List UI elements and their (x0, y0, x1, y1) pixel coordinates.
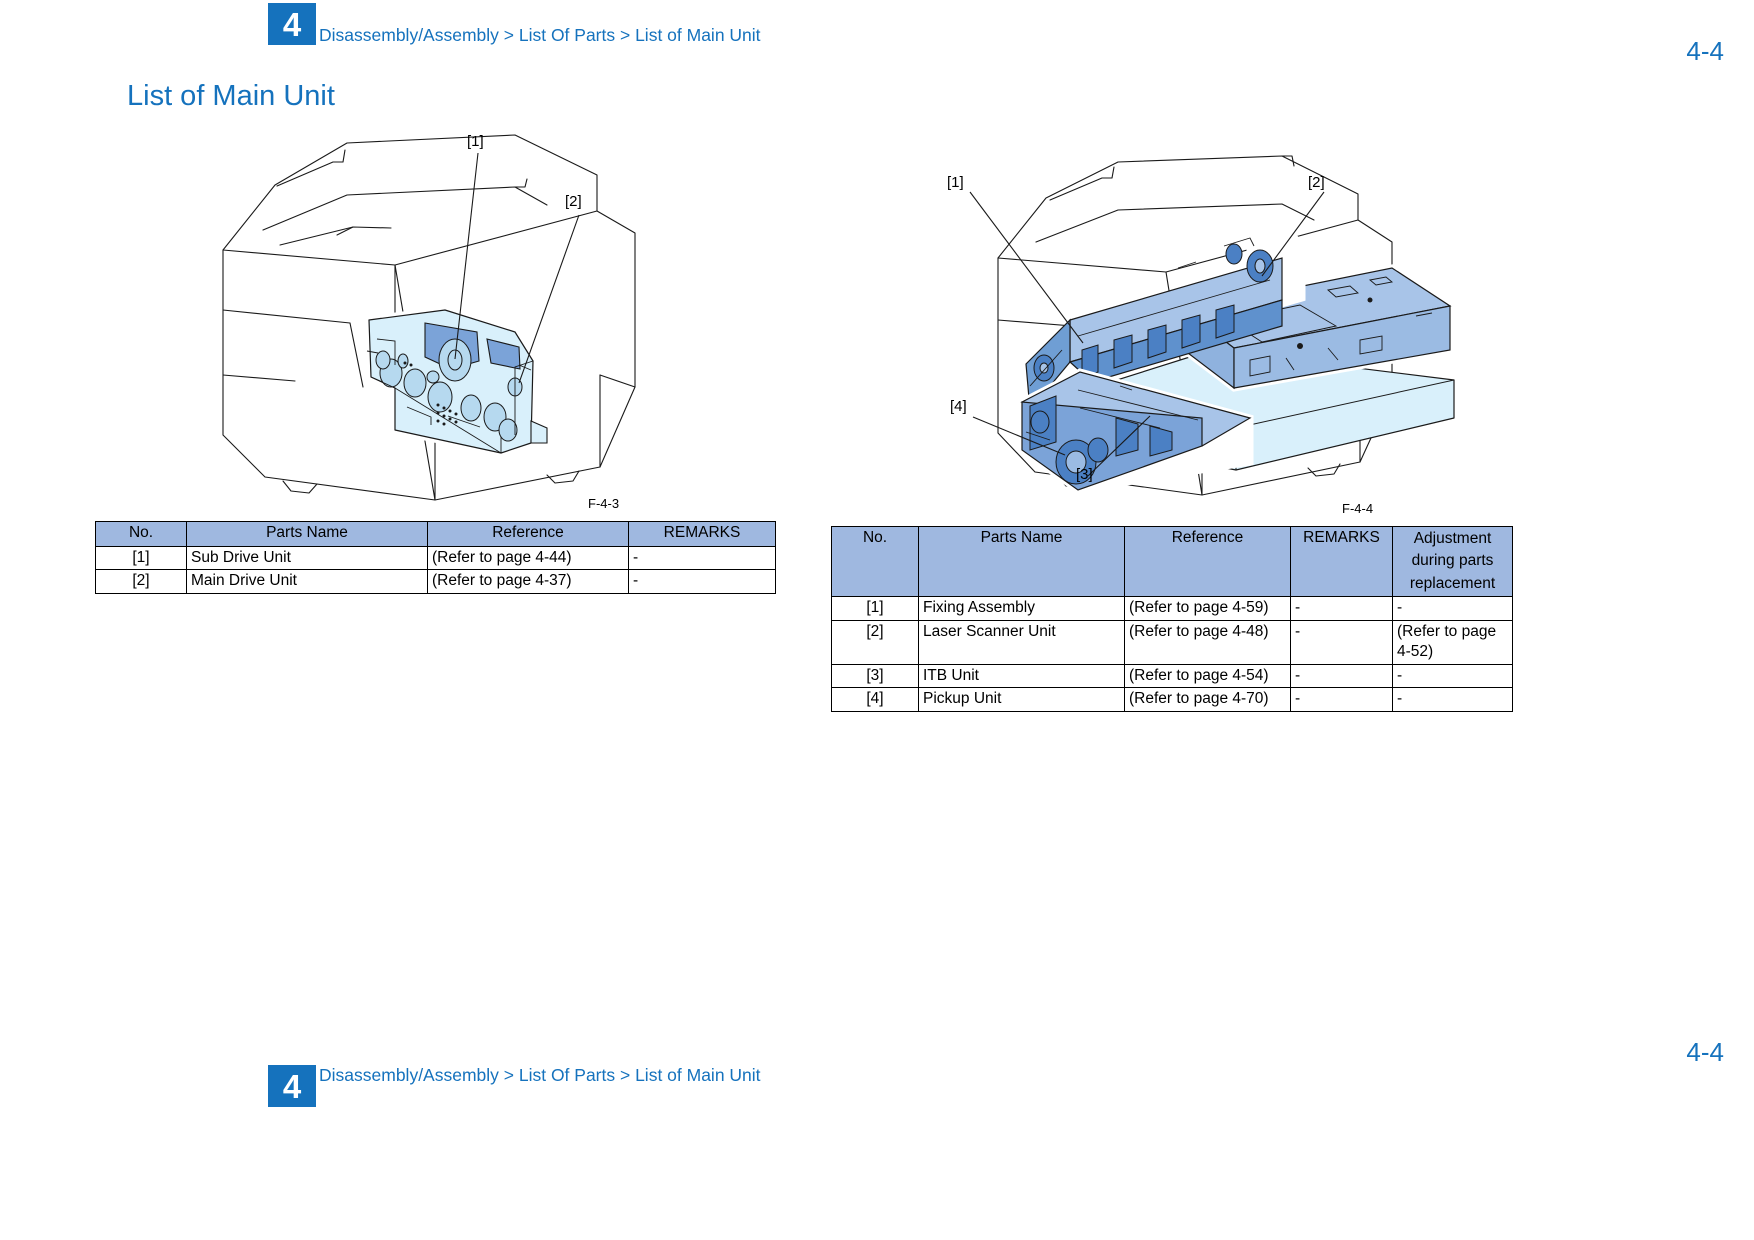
callout-label-2: [2] (565, 193, 582, 210)
cell-remarks: - (628, 569, 776, 594)
cell-parts-name: Laser Scanner Unit (918, 619, 1125, 665)
parts-table-right: No. Parts Name Reference REMARKS Adjustm… (831, 525, 1513, 712)
figure-main-units-illustration (969, 155, 1455, 496)
cell-reference: (Refer to page 4-48) (1124, 619, 1291, 665)
cell-reference: (Refer to page 4-44) (427, 545, 629, 571)
table-row: [3] ITB Unit (Refer to page 4-54) - - (831, 663, 1513, 689)
cell-adjustment: - (1392, 687, 1513, 712)
column-header-reference: Reference (1124, 525, 1291, 598)
callout-label-3: [3] (1076, 466, 1093, 483)
cell-reference: (Refer to page 4-37) (427, 569, 629, 594)
cell-no: [3] (831, 663, 919, 689)
column-header-adjustment: Adjustment during parts replacement (1392, 525, 1513, 598)
page-number-top: 4-4 (1686, 36, 1724, 66)
cell-parts-name: Fixing Assembly (918, 596, 1125, 621)
cell-reference: (Refer to page 4-59) (1124, 596, 1291, 621)
callout-label-1: [1] (467, 133, 484, 150)
page-number-bottom: 4-4 (1686, 1037, 1724, 1067)
column-header-no: No. (831, 525, 919, 598)
figure-drive-units: [1] [2] (95, 125, 745, 515)
cell-reference: (Refer to page 4-54) (1124, 663, 1291, 689)
cell-parts-name: Sub Drive Unit (186, 545, 428, 571)
column-header-remarks: REMARKS (1290, 525, 1393, 598)
column-header-no: No. (95, 521, 187, 547)
column-header-adjustment-line-2: during parts (1411, 552, 1494, 570)
column-header-remarks: REMARKS (628, 521, 776, 547)
column-header-adjustment-line-1: Adjustment (1413, 530, 1492, 547)
cell-no: [4] (831, 687, 919, 712)
cell-remarks: - (1290, 687, 1393, 712)
cell-parts-name: Main Drive Unit (186, 569, 428, 594)
figure-caption-left: F-4-3 (588, 496, 620, 511)
column-header-reference: Reference (427, 521, 629, 547)
cell-remarks: - (1290, 619, 1393, 665)
cell-remarks: - (1290, 596, 1393, 621)
cell-adjustment: - (1392, 596, 1513, 621)
footer-breadcrumb: Disassembly/Assembly > List Of Parts > L… (319, 1065, 761, 1085)
parts-table-left: No. Parts Name Reference REMARKS [1] Sub… (95, 521, 776, 594)
footer-chapter-badge: 4 (268, 1065, 316, 1107)
cell-no: [2] (831, 619, 919, 665)
table-row: [1] Fixing Assembly (Refer to page 4-59)… (831, 596, 1513, 621)
cell-no: [1] (95, 545, 187, 571)
column-header-parts-name: Parts Name (918, 525, 1125, 598)
cell-parts-name: Pickup Unit (918, 687, 1125, 712)
page-title: List of Main Unit (127, 80, 335, 112)
table-row: [4] Pickup Unit (Refer to page 4-70) - - (831, 687, 1513, 712)
cell-parts-name: ITB Unit (918, 663, 1125, 689)
cell-adjustment: (Refer to page 4-52) (1392, 619, 1513, 665)
header-chapter-badge: 4 (268, 3, 316, 45)
table-row: [2] Main Drive Unit (Refer to page 4-37)… (95, 569, 776, 594)
breadcrumb: Disassembly/Assembly > List Of Parts > L… (319, 25, 761, 45)
table-row: [2] Laser Scanner Unit (Refer to page 4-… (831, 619, 1513, 665)
figure-caption-right: F-4-4 (1342, 501, 1374, 516)
table-header-row: No. Parts Name Reference REMARKS (95, 521, 776, 547)
figure-drive-units-illustration (222, 134, 636, 501)
cell-adjustment: - (1392, 663, 1513, 689)
table-row: [1] Sub Drive Unit (Refer to page 4-44) … (95, 545, 776, 571)
callout-label-4: [4] (950, 398, 967, 415)
column-header-adjustment-line-3: replacement (1409, 574, 1496, 592)
cell-remarks: - (628, 545, 776, 571)
cell-reference: (Refer to page 4-70) (1124, 687, 1291, 712)
cell-no: [1] (831, 596, 919, 621)
callout-label-2: [2] (1308, 174, 1325, 191)
cell-no: [2] (95, 569, 187, 594)
cell-remarks: - (1290, 663, 1393, 689)
figure-main-units: [1] [2] [3] [4] (830, 150, 1480, 520)
column-header-parts-name: Parts Name (186, 521, 428, 547)
callout-label-1: [1] (947, 174, 964, 191)
table-header-row: No. Parts Name Reference REMARKS Adjustm… (831, 525, 1513, 598)
